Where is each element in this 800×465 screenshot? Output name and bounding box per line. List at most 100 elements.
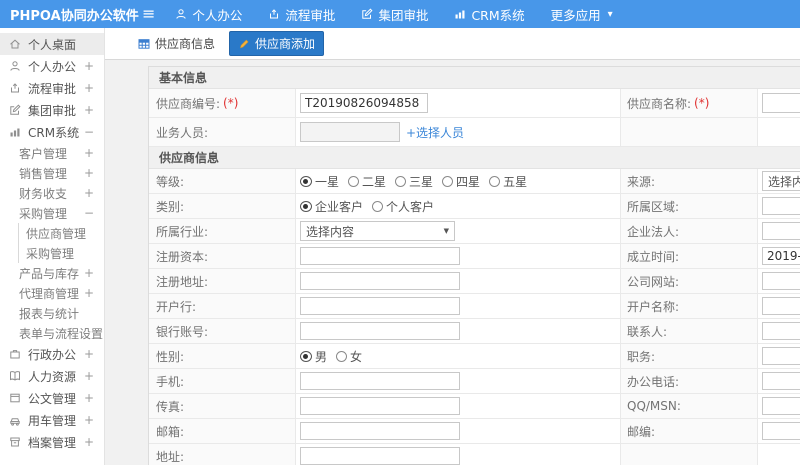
field-label-text: 等级: xyxy=(156,174,185,189)
sidebar-item-archive-mgmt[interactable]: 档案管理 + xyxy=(0,431,104,453)
sidebar-item-purchase-mgmt-sub[interactable]: 采购管理 xyxy=(0,243,104,263)
expand-plus-icon[interactable]: + xyxy=(84,59,96,73)
industry-select[interactable]: 选择内容 ▼ xyxy=(300,221,455,241)
expand-plus-icon[interactable]: + xyxy=(84,391,96,405)
expand-plus-icon[interactable]: + xyxy=(84,435,96,449)
topnav-workflow-approval[interactable]: 流程审批 xyxy=(268,5,335,24)
sidebar-item-supplier-mgmt[interactable]: 供应商管理 xyxy=(0,223,104,243)
source-select[interactable]: 选择内容▼ xyxy=(762,171,800,191)
expand-plus-icon[interactable]: + xyxy=(84,146,96,160)
hamburger-icon[interactable]: ≡ xyxy=(142,6,155,22)
level-radio-0[interactable]: 一星 xyxy=(300,173,339,190)
sidebar-item-label: 采购管理 xyxy=(26,246,75,261)
sidebar-item-document-mgmt[interactable]: 公文管理 + xyxy=(0,387,104,409)
sidebar-item-reports-stats[interactable]: 报表与统计 xyxy=(0,303,104,323)
sidebar-item-finance-income-expense[interactable]: 财务收支 + xyxy=(0,183,104,203)
sidebar-item-group-approval[interactable]: 集团审批 + xyxy=(0,99,104,121)
gender-radio-1[interactable]: 女 xyxy=(336,348,362,365)
collapse-minus-icon[interactable]: − xyxy=(84,125,96,139)
supplier-code-input[interactable] xyxy=(300,93,428,113)
registered-capital-input[interactable] xyxy=(300,247,460,265)
founded-date-field xyxy=(758,244,800,268)
topnav-crm-system[interactable]: CRM系统 xyxy=(454,5,525,24)
level-radio-2[interactable]: 三星 xyxy=(395,173,433,190)
email-input[interactable] xyxy=(300,422,460,440)
zip-code-input[interactable] xyxy=(762,422,800,440)
supplier-name-input[interactable] xyxy=(762,93,800,113)
sidebar-item-crm-system[interactable]: CRM系统 − xyxy=(0,121,104,143)
radio-icon[interactable] xyxy=(300,350,312,362)
expand-plus-icon[interactable]: + xyxy=(84,166,96,180)
radio-icon[interactable] xyxy=(395,175,407,187)
field-label-text: 开户行: xyxy=(156,299,197,314)
sidebar-item-vehicle-mgmt[interactable]: 用车管理 + xyxy=(0,409,104,431)
gender-radio-0[interactable]: 男 xyxy=(300,348,327,365)
contact-person-input[interactable] xyxy=(762,322,800,340)
region-input[interactable] xyxy=(762,197,800,215)
account-name-label: 开户名称: xyxy=(621,294,758,318)
sidebar-item-agent-mgmt[interactable]: 代理商管理 + xyxy=(0,283,104,303)
level-radio-1[interactable]: 二星 xyxy=(348,173,386,190)
sidebar-item-product-inventory[interactable]: 产品与库存 + xyxy=(0,263,104,283)
sales-person-input[interactable] xyxy=(300,122,400,142)
sidebar-item-sales-mgmt[interactable]: 销售管理 + xyxy=(0,163,104,183)
expand-plus-icon[interactable]: + xyxy=(84,369,96,383)
radio-icon[interactable] xyxy=(300,175,312,187)
supplier-name-field xyxy=(758,89,800,117)
field-label-text: 所属区域: xyxy=(627,199,680,214)
sidebar-item-form-workflow-settings[interactable]: 表单与流程设置+ xyxy=(0,323,104,343)
radio-icon[interactable] xyxy=(489,175,501,187)
sidebar-item-label: 集团审批 xyxy=(28,103,77,118)
tab-supplier-info[interactable]: 供应商信息 xyxy=(130,32,223,55)
bank-account-field xyxy=(296,319,621,343)
sidebar-item-human-resources[interactable]: 人力资源 + xyxy=(0,365,104,387)
topnav-more-apps[interactable]: 更多应用 ▾ xyxy=(551,5,613,24)
sidebar-item-customer-mgmt[interactable]: 客户管理 + xyxy=(0,143,104,163)
qq-msn-input[interactable] xyxy=(762,397,800,415)
legal-person-input[interactable] xyxy=(762,222,800,240)
radio-icon[interactable] xyxy=(336,350,348,362)
tab-supplier-add[interactable]: 供应商添加 xyxy=(229,31,325,56)
founded-date-input[interactable] xyxy=(762,247,800,265)
collapse-minus-icon[interactable]: − xyxy=(84,206,96,220)
registered-address-input[interactable] xyxy=(300,272,460,290)
radio-icon[interactable] xyxy=(442,175,454,187)
expand-plus-icon[interactable]: + xyxy=(84,186,96,200)
bank-branch-input[interactable] xyxy=(300,297,460,315)
mobile-input[interactable] xyxy=(300,372,460,390)
empty-label xyxy=(621,118,758,146)
expand-plus-icon[interactable]: + xyxy=(84,103,96,117)
sidebar-item-purchase-mgmt[interactable]: 采购管理 − xyxy=(0,203,104,223)
expand-plus-icon[interactable]: + xyxy=(84,286,96,300)
company-website-input[interactable] xyxy=(762,272,800,290)
category-radio-0[interactable]: 企业客户 xyxy=(300,198,363,215)
sidebar-item-personal-desktop[interactable]: 个人桌面 xyxy=(0,33,104,55)
form-row: 银行账号: 联系人: xyxy=(149,319,800,344)
address-input[interactable] xyxy=(300,447,460,465)
level-radio-3[interactable]: 四星 xyxy=(442,173,480,190)
fax-input[interactable] xyxy=(300,397,460,415)
radio-icon[interactable] xyxy=(300,200,312,212)
radio-icon[interactable] xyxy=(372,200,384,212)
expand-plus-icon[interactable]: + xyxy=(84,413,96,427)
radio-icon[interactable] xyxy=(348,175,360,187)
doc-icon xyxy=(9,392,21,404)
job-title-input[interactable] xyxy=(762,347,800,365)
registered-address-field xyxy=(296,269,621,293)
sidebar-item-admin-office[interactable]: 行政办公 + xyxy=(0,343,104,365)
category-radio-1[interactable]: 个人客户 xyxy=(372,198,434,215)
expand-plus-icon[interactable]: + xyxy=(84,81,96,95)
sidebar-item-personal-office[interactable]: 个人办公 + xyxy=(0,55,104,77)
office-phone-input[interactable] xyxy=(762,372,800,390)
account-name-input[interactable] xyxy=(762,297,800,315)
bank-account-input[interactable] xyxy=(300,322,460,340)
sales-person-picker-link[interactable]: +选择人员 xyxy=(406,124,464,141)
expand-plus-icon[interactable]: + xyxy=(84,347,96,361)
sidebar-item-workflow-approval[interactable]: 流程审批 + xyxy=(0,77,104,99)
radio-label: 一星 xyxy=(315,174,340,189)
expand-plus-icon[interactable]: + xyxy=(84,266,96,280)
topnav-personal-office[interactable]: 个人办公 xyxy=(175,5,242,24)
level-radio-4[interactable]: 五星 xyxy=(489,173,527,190)
topnav-group-approval[interactable]: 集团审批 xyxy=(361,5,428,24)
sidebar: 个人桌面 个人办公 + 流程审批 + 集团审批 + CRM系统 − 客户管理 + 销售管理 + 财务收支 +… xyxy=(0,28,105,465)
